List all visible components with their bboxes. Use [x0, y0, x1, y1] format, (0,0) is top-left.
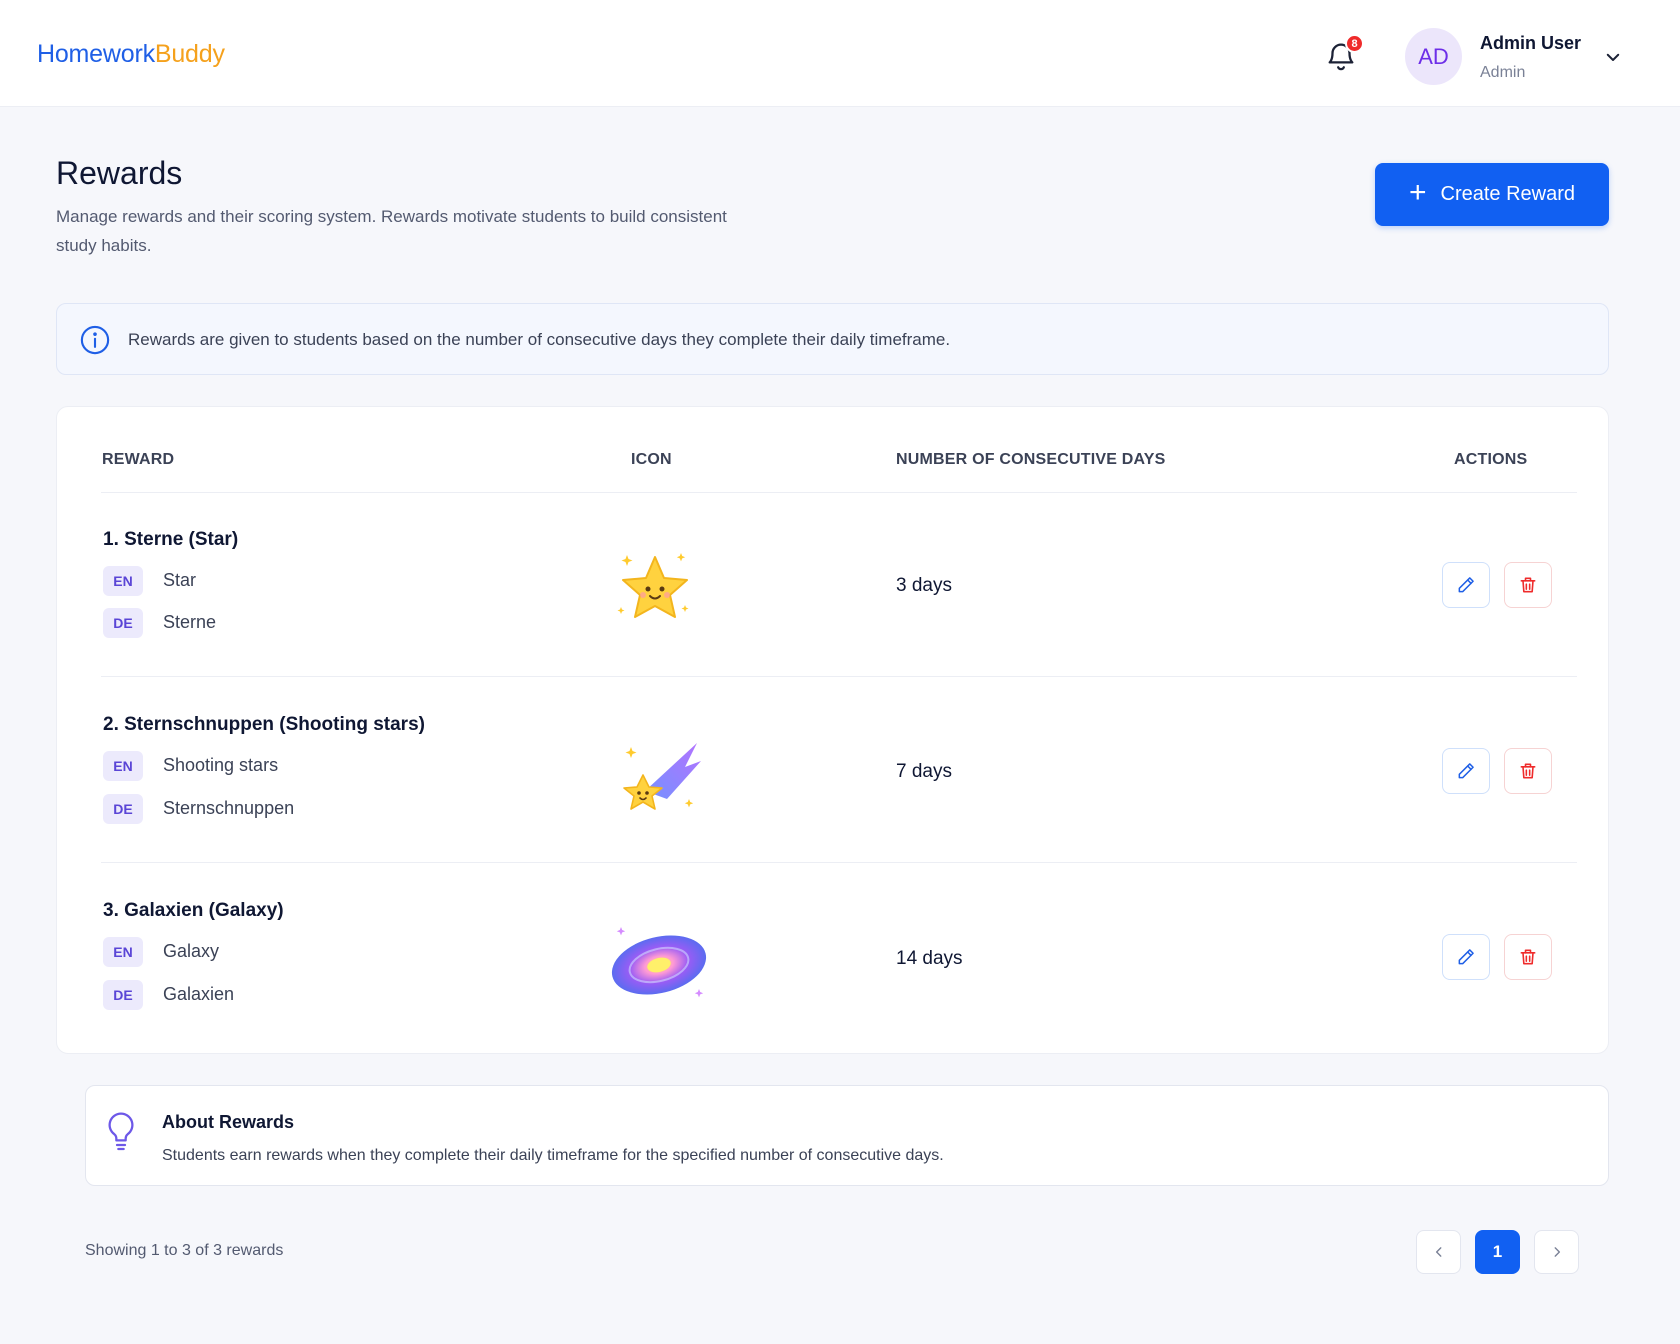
- lang-chip-de: DE: [103, 794, 143, 824]
- about-title: About Rewards: [162, 1112, 295, 1132]
- trash-icon: [1520, 577, 1536, 593]
- user-role: Admin: [1480, 64, 1526, 81]
- about-rewards-panel: About Rewards Students earn rewards when…: [85, 1085, 1609, 1186]
- column-header-days: NUMBER OF CONSECUTIVE DAYS: [896, 451, 1166, 468]
- lang-value-de: Sternschnuppen: [163, 798, 295, 818]
- reward-title: 1. Sterne (Star): [103, 529, 239, 550]
- lang-value-en: Shooting stars: [163, 755, 279, 775]
- app-logo[interactable]: HomeworkBuddy: [37, 40, 225, 69]
- column-header-reward: REWARD: [102, 451, 175, 468]
- star-icon: [617, 553, 689, 618]
- next-page-button[interactable]: [1534, 1230, 1579, 1274]
- shooting-star-icon: [623, 743, 701, 810]
- chevron-left-icon: [1435, 1247, 1441, 1257]
- top-bar: HomeworkBuddy 8 AD Admin User Admin: [0, 0, 1680, 107]
- days-value: 3 days: [896, 575, 952, 596]
- row-divider: [101, 676, 1577, 677]
- column-header-icon: ICON: [631, 451, 672, 468]
- trash-icon: [1520, 949, 1536, 965]
- notification-badge: 8: [1345, 34, 1364, 53]
- plus-icon: +: [1408, 176, 1427, 209]
- lightbulb-icon: [108, 1112, 134, 1151]
- logo-part-homework: Homework: [37, 40, 155, 68]
- info-icon: [80, 325, 110, 355]
- create-reward-button[interactable]: + Create Reward: [1375, 163, 1609, 226]
- days-value: 14 days: [896, 948, 963, 969]
- row-divider: [101, 862, 1577, 863]
- lang-value-de: Galaxien: [163, 984, 235, 1004]
- lang-chip-de: DE: [103, 608, 143, 638]
- lang-chip-en: EN: [103, 937, 143, 967]
- logo-part-buddy: Buddy: [154, 40, 225, 68]
- delete-button[interactable]: [1504, 934, 1552, 980]
- lang-value-en: Star: [163, 570, 197, 590]
- avatar[interactable]: AD: [1405, 28, 1462, 85]
- pencil-icon: [1458, 577, 1474, 593]
- reward-title: 2. Sternschnuppen (Shooting stars): [103, 714, 425, 735]
- user-name: Admin User: [1480, 33, 1582, 53]
- lang-chip-de: DE: [103, 980, 143, 1010]
- lang-value-en: Galaxy: [163, 941, 220, 961]
- create-reward-label: Create Reward: [1440, 183, 1576, 205]
- edit-button[interactable]: [1442, 562, 1490, 608]
- edit-button[interactable]: [1442, 748, 1490, 794]
- trash-icon: [1520, 763, 1536, 779]
- delete-button[interactable]: [1504, 748, 1552, 794]
- lang-chip-en: EN: [103, 566, 143, 596]
- galaxy-icon: [611, 927, 707, 998]
- info-text: Rewards are given to students based on t…: [128, 330, 951, 349]
- previous-page-button[interactable]: [1416, 1230, 1461, 1274]
- delete-button[interactable]: [1504, 562, 1552, 608]
- column-header-actions: ACTIONS: [1454, 451, 1528, 468]
- info-banner: Rewards are given to students based on t…: [56, 303, 1609, 375]
- page-description: Manage rewards and their scoring system.…: [56, 207, 727, 255]
- about-text: Students earn rewards when they complete…: [162, 1147, 944, 1164]
- edit-button[interactable]: [1442, 934, 1490, 980]
- reward-title: 3. Galaxien (Galaxy): [103, 900, 284, 921]
- pencil-icon: [1458, 949, 1474, 965]
- chevron-down-icon[interactable]: [1604, 48, 1622, 66]
- pencil-icon: [1458, 763, 1474, 779]
- header-divider: [101, 492, 1577, 493]
- lang-chip-en: EN: [103, 751, 143, 781]
- chevron-right-icon: [1554, 1247, 1560, 1257]
- lang-value-de: Sterne: [163, 612, 217, 632]
- days-value: 7 days: [896, 761, 952, 782]
- page-title: Rewards: [56, 155, 183, 191]
- rewards-table: REWARD ICON NUMBER OF CONSECUTIVE DAYS A…: [56, 406, 1609, 1054]
- pagination-summary: Showing 1 to 3 of 3 rewards: [85, 1242, 284, 1259]
- page-button-1[interactable]: 1: [1475, 1230, 1520, 1274]
